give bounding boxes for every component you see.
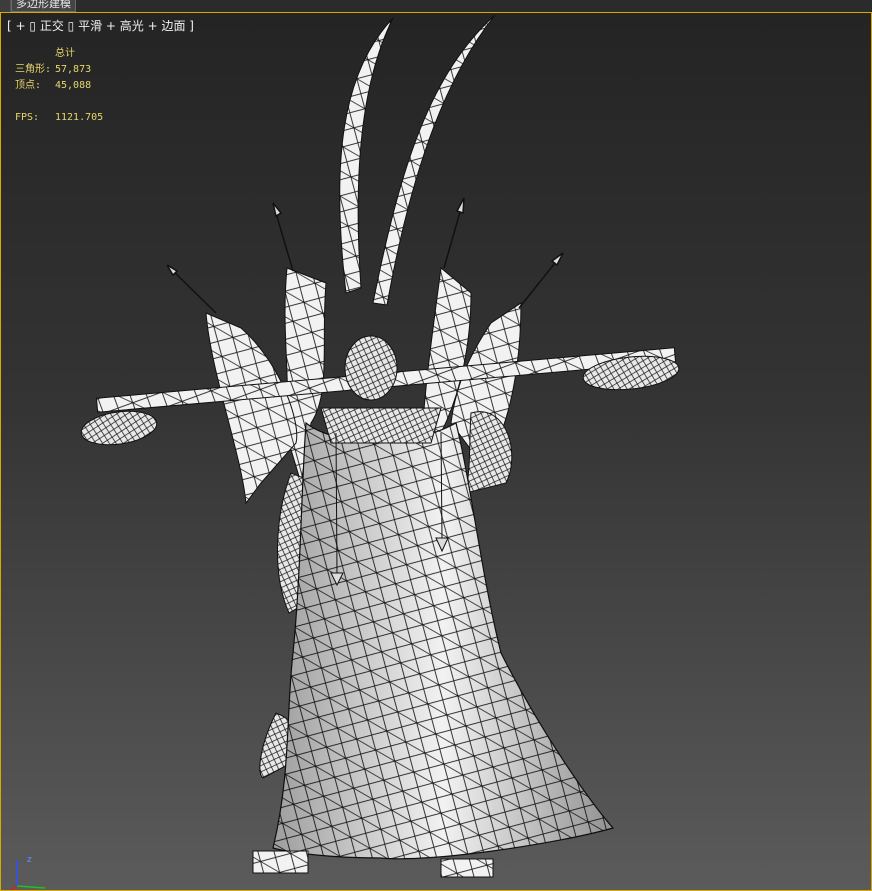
wireframe-model	[80, 14, 680, 878]
stats-triangles-value: 57,873	[55, 64, 92, 75]
ribbon-tab-polygon-modeling[interactable]: 多边形建模	[11, 0, 76, 12]
stats-fps-row: FPS: 1121.705	[15, 110, 103, 126]
viewport-edges-menu[interactable]: 边面	[161, 19, 185, 33]
stats-spacer	[15, 94, 103, 110]
viewport-label-open-bracket: [	[7, 19, 12, 33]
viewport-menu-plus[interactable]: +	[16, 19, 26, 33]
stats-vertices-value: 45,088	[55, 80, 92, 91]
panel-grip[interactable]	[0, 0, 11, 12]
axis-z-label: z	[27, 855, 32, 865]
stats-fps-label: FPS:	[15, 112, 40, 123]
viewport-shading-menu[interactable]: 平滑 + 高光	[78, 19, 144, 33]
stats-header: 总计	[55, 48, 75, 59]
stats-triangles-row: 三角形: 57,873	[15, 62, 103, 78]
viewport-view-menu[interactable]: 正交	[40, 19, 64, 33]
viewport-statistics: 总计 三角形: 57,873 顶点: 45,088 FPS: 1121.705	[15, 46, 103, 126]
stats-triangles-label: 三角形:	[15, 64, 52, 75]
perspective-viewport[interactable]: [ + ▯ 正交 ▯ 平滑 + 高光 + 边面 ] 总计 三角形: 57,873 …	[0, 12, 872, 891]
stats-vertices-label: 顶点:	[15, 80, 42, 91]
stats-vertices-row: 顶点: 45,088	[15, 78, 103, 94]
stats-fps-value: 1121.705	[55, 112, 104, 123]
viewport-label-close-bracket: ]	[189, 19, 194, 33]
viewport-label-menu: [ + ▯ 正交 ▯ 平滑 + 高光 + 边面 ]	[7, 19, 194, 33]
